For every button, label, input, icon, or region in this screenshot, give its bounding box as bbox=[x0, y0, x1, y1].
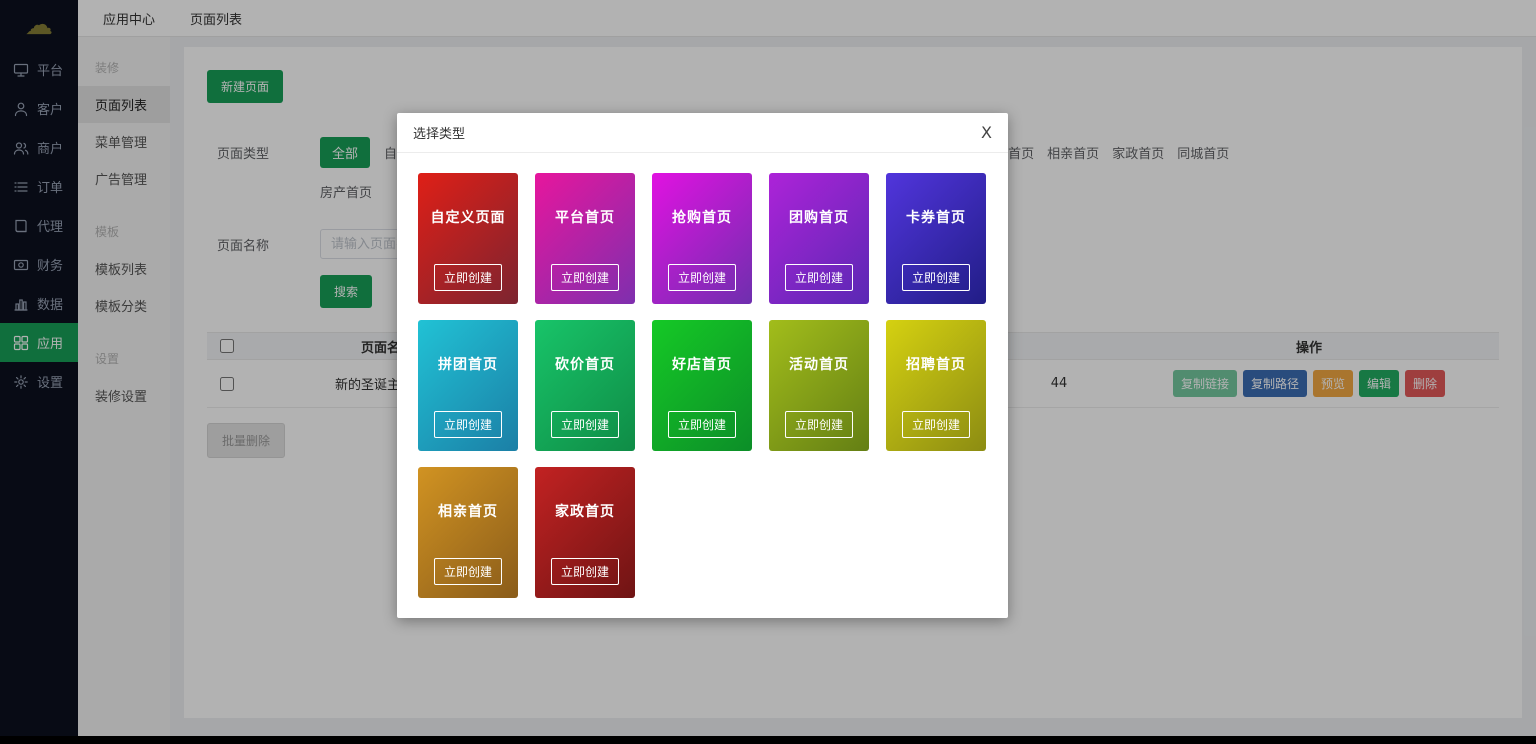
type-card-title: 团购首页 bbox=[769, 173, 869, 227]
type-card-title: 拼团首页 bbox=[418, 320, 518, 374]
type-card-recruit-home[interactable]: 招聘首页 立即创建 bbox=[886, 320, 986, 451]
type-card-pin-group-home[interactable]: 拼团首页 立即创建 bbox=[418, 320, 518, 451]
create-now-button[interactable]: 立即创建 bbox=[551, 264, 619, 291]
type-card-title: 卡券首页 bbox=[886, 173, 986, 227]
type-card-title: 好店首页 bbox=[652, 320, 752, 374]
type-card-group-buy-home[interactable]: 团购首页 立即创建 bbox=[769, 173, 869, 304]
select-type-modal: 选择类型 X 自定义页面 立即创建 平台首页 立即创建 抢购首页 立即创建 团购… bbox=[397, 113, 1008, 618]
close-icon[interactable]: X bbox=[981, 125, 992, 141]
modal-header: 选择类型 X bbox=[397, 113, 1008, 153]
create-now-button[interactable]: 立即创建 bbox=[551, 411, 619, 438]
type-card-good-shop-home[interactable]: 好店首页 立即创建 bbox=[652, 320, 752, 451]
type-card-activity-home[interactable]: 活动首页 立即创建 bbox=[769, 320, 869, 451]
type-card-title: 相亲首页 bbox=[418, 467, 518, 521]
create-now-button[interactable]: 立即创建 bbox=[668, 411, 736, 438]
type-card-title: 招聘首页 bbox=[886, 320, 986, 374]
create-now-button[interactable]: 立即创建 bbox=[551, 558, 619, 585]
type-card-title: 活动首页 bbox=[769, 320, 869, 374]
create-now-button[interactable]: 立即创建 bbox=[434, 264, 502, 291]
type-card-dating-home[interactable]: 相亲首页 立即创建 bbox=[418, 467, 518, 598]
type-card-title: 平台首页 bbox=[535, 173, 635, 227]
create-now-button[interactable]: 立即创建 bbox=[434, 558, 502, 585]
type-card-grid: 自定义页面 立即创建 平台首页 立即创建 抢购首页 立即创建 团购首页 立即创建… bbox=[397, 153, 1008, 618]
type-card-coupon-home[interactable]: 卡券首页 立即创建 bbox=[886, 173, 986, 304]
type-card-title: 家政首页 bbox=[535, 467, 635, 521]
type-card-platform-home[interactable]: 平台首页 立即创建 bbox=[535, 173, 635, 304]
type-card-flash-sale-home[interactable]: 抢购首页 立即创建 bbox=[652, 173, 752, 304]
type-card-title: 砍价首页 bbox=[535, 320, 635, 374]
type-card-housekeeping-home[interactable]: 家政首页 立即创建 bbox=[535, 467, 635, 598]
type-card-title: 自定义页面 bbox=[418, 173, 518, 227]
type-card-title: 抢购首页 bbox=[652, 173, 752, 227]
create-now-button[interactable]: 立即创建 bbox=[902, 264, 970, 291]
type-card-custom-page[interactable]: 自定义页面 立即创建 bbox=[418, 173, 518, 304]
create-now-button[interactable]: 立即创建 bbox=[902, 411, 970, 438]
create-now-button[interactable]: 立即创建 bbox=[668, 264, 736, 291]
create-now-button[interactable]: 立即创建 bbox=[434, 411, 502, 438]
create-now-button[interactable]: 立即创建 bbox=[785, 264, 853, 291]
create-now-button[interactable]: 立即创建 bbox=[785, 411, 853, 438]
modal-title: 选择类型 bbox=[413, 123, 465, 142]
type-card-bargain-home[interactable]: 砍价首页 立即创建 bbox=[535, 320, 635, 451]
